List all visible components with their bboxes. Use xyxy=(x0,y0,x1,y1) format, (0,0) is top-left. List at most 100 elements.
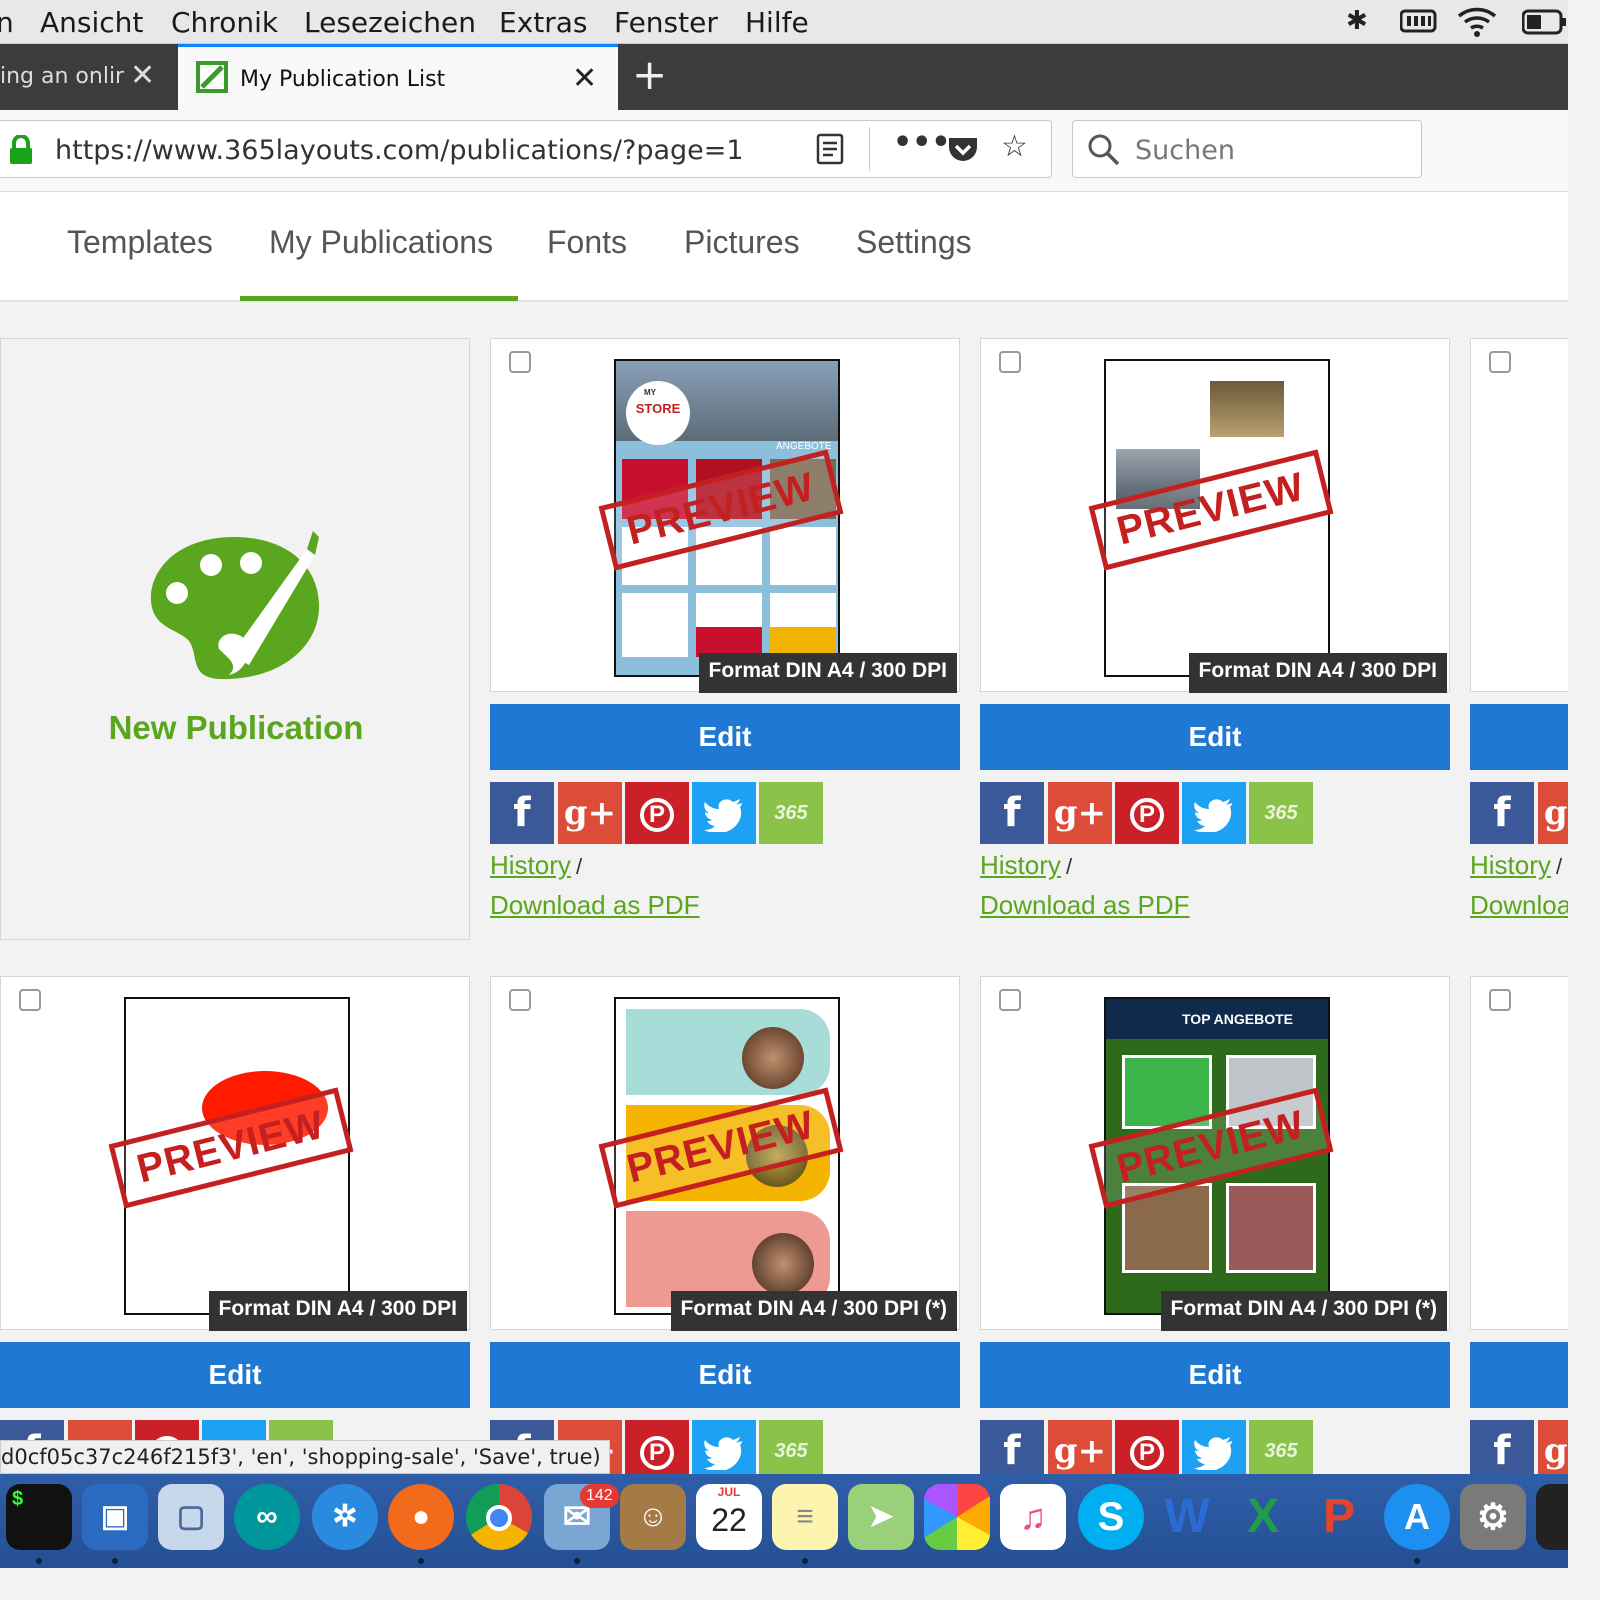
app-store-icon[interactable]: A xyxy=(1384,1484,1450,1550)
system-preferences-icon[interactable]: ⚙ xyxy=(1460,1484,1526,1550)
edit-button[interactable]: Edit xyxy=(490,704,960,770)
publication-preview[interactable]: TOP ANGEBOTE PREVIEW Format DIN A4 / 300… xyxy=(980,976,1450,1331)
pinterest-share-icon[interactable]: P xyxy=(1115,782,1179,844)
edit-button[interactable] xyxy=(1470,1342,1568,1408)
chrome-icon[interactable] xyxy=(466,1484,532,1550)
tab-active[interactable]: My Publication List ✕ xyxy=(178,44,618,110)
menu-fenster[interactable]: Fenster xyxy=(614,6,718,39)
download-pdf-link[interactable]: Downloa xyxy=(1470,890,1568,921)
pocket-icon[interactable] xyxy=(947,135,979,170)
menu-lesezeichen[interactable]: Lesezeichen xyxy=(304,6,476,39)
select-checkbox[interactable] xyxy=(1489,989,1511,1011)
wifi-icon[interactable] xyxy=(1456,4,1498,45)
edit-button[interactable]: Edit xyxy=(980,1342,1450,1408)
facebook-share-icon[interactable]: f xyxy=(980,1420,1044,1482)
close-icon[interactable]: ✕ xyxy=(572,61,597,96)
twitter-share-icon[interactable] xyxy=(1182,782,1246,844)
menu-extras[interactable]: Extras xyxy=(499,6,588,39)
select-checkbox[interactable] xyxy=(999,989,1021,1011)
firefox-icon[interactable]: ● xyxy=(388,1484,454,1550)
365layouts-share-icon[interactable]: 365 xyxy=(759,782,823,844)
publication-preview[interactable]: PREVIEW Format DIN A4 / 300 DPI (*) xyxy=(490,976,960,1331)
twitter-share-icon[interactable] xyxy=(692,1420,756,1482)
select-checkbox[interactable] xyxy=(999,351,1021,373)
publication-preview[interactable] xyxy=(1470,976,1568,1330)
search-placeholder[interactable]: Suchen xyxy=(1135,135,1235,166)
maps-icon[interactable]: ➤ xyxy=(848,1484,914,1550)
twitter-share-icon[interactable] xyxy=(1182,1420,1246,1482)
virtualbox-icon[interactable]: ▣ xyxy=(82,1484,148,1550)
pinterest-share-icon[interactable]: P xyxy=(1115,1420,1179,1482)
365layouts-share-icon[interactable]: 365 xyxy=(1249,1420,1313,1482)
terminal-icon[interactable]: $ xyxy=(6,1484,72,1550)
excel-icon[interactable]: X xyxy=(1230,1484,1296,1550)
pinterest-share-icon[interactable]: P xyxy=(625,1420,689,1482)
url-text[interactable]: https://www.365layouts.com/publications/… xyxy=(55,135,744,166)
tab-templates[interactable]: Templates xyxy=(67,224,213,261)
select-checkbox[interactable] xyxy=(1489,351,1511,373)
arduino-icon[interactable]: ∞ xyxy=(234,1484,300,1550)
google-plus-share-icon[interactable]: g+ xyxy=(1048,782,1112,844)
itunes-icon[interactable]: ♫ xyxy=(1000,1484,1066,1550)
powerpoint-icon[interactable]: P xyxy=(1306,1484,1372,1550)
dock-app-partial[interactable] xyxy=(1536,1484,1568,1550)
photos-icon[interactable] xyxy=(924,1484,990,1550)
download-pdf-link[interactable]: Download as PDF xyxy=(490,890,700,921)
publication-preview[interactable]: PREVIEW Format DIN A4 / 300 DPI xyxy=(0,976,470,1331)
google-plus-share-icon[interactable]: g+ xyxy=(1538,1420,1568,1482)
tab-pictures[interactable]: Pictures xyxy=(684,224,800,261)
facebook-share-icon[interactable]: f xyxy=(1470,782,1534,844)
twitter-share-icon[interactable] xyxy=(692,782,756,844)
notes-icon[interactable]: ≡ xyxy=(772,1484,838,1550)
download-pdf-link[interactable]: Download as PDF xyxy=(980,890,1190,921)
calendar-icon[interactable]: JUL 22 xyxy=(696,1484,762,1550)
select-checkbox[interactable] xyxy=(19,989,41,1011)
contacts-icon[interactable]: ☺ xyxy=(620,1484,686,1550)
facebook-share-icon[interactable]: f xyxy=(980,782,1044,844)
history-link[interactable]: History xyxy=(490,850,571,881)
history-link[interactable]: History xyxy=(1470,850,1551,881)
pinterest-share-icon[interactable]: P xyxy=(625,782,689,844)
publication-preview[interactable]: PREVIEW Format DIN A4 / 300 DPI xyxy=(980,338,1450,693)
edit-button[interactable]: Edit xyxy=(0,1342,470,1408)
new-tab-icon[interactable]: + xyxy=(632,50,667,99)
safari-icon[interactable]: ✲ xyxy=(312,1484,378,1550)
edit-button[interactable] xyxy=(1470,704,1568,770)
google-plus-share-icon[interactable]: g+ xyxy=(1048,1420,1112,1482)
publication-preview[interactable]: MY STORE ANGEBOTE PREVIEW Format DIN A4 /… xyxy=(490,338,960,693)
select-checkbox[interactable] xyxy=(509,351,531,373)
search-bar[interactable]: Suchen xyxy=(1072,120,1422,178)
menu-partial[interactable]: n xyxy=(0,6,14,39)
more-icon[interactable]: ••• xyxy=(893,125,951,160)
tab-settings[interactable]: Settings xyxy=(856,224,972,261)
365layouts-share-icon[interactable]: 365 xyxy=(759,1420,823,1482)
history-link[interactable]: History xyxy=(980,850,1061,881)
facebook-share-icon[interactable]: f xyxy=(1470,1420,1534,1482)
edit-button[interactable]: Edit xyxy=(980,704,1450,770)
google-plus-share-icon[interactable]: g+ xyxy=(558,782,622,844)
reader-view-icon[interactable] xyxy=(815,133,845,170)
url-bar[interactable]: https://www.365layouts.com/publications/… xyxy=(0,120,1052,178)
box-icon[interactable]: ▢ xyxy=(158,1484,224,1550)
skype-icon[interactable]: S xyxy=(1078,1484,1144,1550)
select-checkbox[interactable] xyxy=(509,989,531,1011)
bookmark-star-icon[interactable]: ☆ xyxy=(1001,129,1028,164)
google-plus-share-icon[interactable]: g+ xyxy=(1538,782,1568,844)
bluetooth-icon[interactable]: ✱ xyxy=(1346,6,1368,36)
365layouts-share-icon[interactable]: 365 xyxy=(1249,782,1313,844)
menu-ansicht[interactable]: Ansicht xyxy=(40,6,143,39)
menu-chronik[interactable]: Chronik xyxy=(171,6,278,39)
word-icon[interactable]: W xyxy=(1154,1484,1220,1550)
menu-hilfe[interactable]: Hilfe xyxy=(745,6,809,39)
edit-button[interactable]: Edit xyxy=(490,1342,960,1408)
keyboard-icon[interactable] xyxy=(1399,8,1438,41)
close-icon[interactable]: ✕ xyxy=(130,58,155,93)
tab-inactive[interactable]: ing an onlin ✕ xyxy=(0,44,176,110)
battery-icon[interactable] xyxy=(1521,9,1568,42)
new-publication-label[interactable]: New Publication xyxy=(1,709,471,747)
tab-my-publications[interactable]: My Publications xyxy=(269,224,493,261)
facebook-share-icon[interactable]: f xyxy=(490,782,554,844)
tab-fonts[interactable]: Fonts xyxy=(547,224,627,261)
publication-preview[interactable] xyxy=(1470,338,1568,692)
new-publication-card[interactable]: New Publication xyxy=(0,338,470,940)
